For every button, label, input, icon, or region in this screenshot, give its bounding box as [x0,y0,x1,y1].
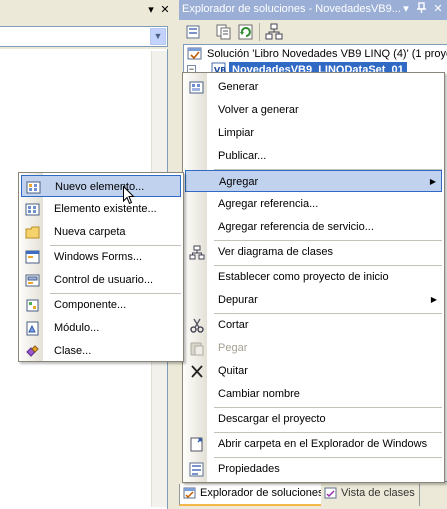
project-context-menu: Generar Volver a generar Limpiar Publica… [182,72,445,483]
menu-item-volver-a-generar[interactable]: Volver a generar [185,99,442,121]
menu-item-label: Nueva carpeta [54,226,126,238]
close-icon[interactable]: ✕ [431,2,445,17]
menu-item-establecer-inicio[interactable]: Establecer como proyecto de inicio [185,266,442,288]
menu-item-label: Ver diagrama de clases [218,246,333,258]
menu-item-propiedades[interactable]: Propiedades [185,458,442,480]
tab-solution-explorer[interactable]: Explorador de soluciones [179,484,329,506]
menu-item-control-usuario[interactable]: Control de usuario... [21,269,181,291]
tab-class-view[interactable]: Vista de clases [321,484,420,506]
left-pane-header: ▾ ✕ [0,0,178,22]
menu-item-label: Establecer como proyecto de inicio [218,271,389,283]
menu-item-label: Volver a generar [218,104,299,116]
properties-icon[interactable] [185,23,203,41]
class-diagram-icon[interactable] [265,23,283,41]
submenu-arrow-icon: ▶ [430,295,437,304]
build-icon [189,80,205,95]
chevron-down-icon[interactable]: ▼ [150,28,166,45]
show-all-files-icon[interactable] [215,23,233,41]
menu-item-label: Cambiar nombre [218,388,300,400]
window-position-icon[interactable]: ▾ [399,2,413,17]
menu-item-agregar-referencia-servicio[interactable]: Agregar referencia de servicio... [185,216,442,238]
auto-hide-pin-icon[interactable] [415,2,429,17]
menu-item-label: Limpiar [218,127,255,139]
menu-item-clase[interactable]: Clase... [21,340,181,362]
menu-item-cambiar-nombre[interactable]: Cambiar nombre [185,383,442,405]
refresh-icon[interactable] [237,23,255,41]
menu-item-label: Control de usuario... [54,274,154,286]
mouse-cursor [123,185,135,205]
menu-item-label: Abrir carpeta en el Explorador de Window… [218,438,428,450]
component-icon [25,298,41,313]
menu-item-generar[interactable]: Generar [185,76,442,98]
menu-item-cortar[interactable]: Cortar [185,314,442,336]
new-item-icon [26,180,42,195]
menu-item-label: Descargar el proyecto [218,413,326,425]
menu-item-depurar[interactable]: Depurar ▶ [185,289,442,311]
submenu-arrow-icon: ▶ [429,177,436,186]
open-folder-icon [189,437,205,452]
paste-icon [189,341,205,356]
menu-item-label: Módulo... [54,322,100,334]
menu-item-agregar[interactable]: Agregar ▶ [185,170,442,192]
toolbar-separator [259,23,260,41]
cut-icon [189,318,205,333]
pane-options-icon[interactable]: ▾ [144,3,158,17]
menu-item-label: Elemento existente... [54,203,157,215]
solution-node[interactable]: Solución 'Libro Novedades VB9 LINQ (4)' … [187,46,447,62]
menu-item-label: Publicar... [218,150,267,162]
menu-item-label: Quitar [218,365,248,377]
menu-item-label: Clase... [54,345,92,357]
tab-label: Explorador de soluciones [200,487,324,499]
properties-icon [189,462,205,477]
menu-item-label: Agregar referencia de servicio... [218,221,374,233]
object-dropdown[interactable]: ▼ [0,26,168,47]
module-icon [25,321,41,336]
menu-item-modulo[interactable]: Módulo... [21,317,181,339]
menu-item-limpiar[interactable]: Limpiar [185,122,442,144]
solution-explorer-toolbar [179,20,447,44]
class-diagram-icon [189,245,205,260]
menu-item-label: Pegar [218,342,248,354]
menu-item-label: Generar [218,81,259,93]
menu-item-label: Windows Forms... [54,251,143,263]
menu-item-quitar[interactable]: Quitar [185,360,442,382]
menu-item-label: Agregar [219,176,259,188]
user-control-icon [25,273,41,288]
menu-item-label: Agregar referencia... [218,198,319,210]
existing-item-icon [25,202,41,217]
menu-item-pegar[interactable]: Pegar [185,337,442,359]
solution-explorer-icon [183,487,197,500]
menu-item-componente[interactable]: Componente... [21,294,181,316]
window-title: Explorador de soluciones - NovedadesVB9.… [182,3,401,15]
windows-form-icon [25,250,41,265]
menu-item-descargar-proyecto[interactable]: Descargar el proyecto [185,408,442,430]
tab-label: Vista de clases [341,487,415,499]
bottom-tab-strip: Explorador de soluciones Vista de clases [179,484,447,509]
menu-item-nuevo-elemento[interactable]: Nuevo elemento... [21,175,181,197]
agregar-submenu: Nuevo elemento... Elemento existente... … [18,172,184,362]
close-icon[interactable]: ✕ [158,3,172,17]
menu-item-label: Propiedades [218,463,280,475]
menu-item-agregar-referencia[interactable]: Agregar referencia... [185,193,442,215]
menu-item-publicar[interactable]: Publicar... [185,145,442,167]
class-icon [25,344,41,359]
menu-item-elemento-existente[interactable]: Elemento existente... [21,198,181,220]
menu-item-ver-diagrama-clases[interactable]: Ver diagrama de clases [185,241,442,263]
solution-label: Solución 'Libro Novedades VB9 LINQ (4)' … [207,48,447,60]
solution-icon [187,46,203,61]
menu-item-nueva-carpeta[interactable]: Nueva carpeta [21,221,181,243]
menu-item-abrir-carpeta[interactable]: Abrir carpeta en el Explorador de Window… [185,433,442,455]
menu-item-label: Componente... [54,299,127,311]
menu-item-label: Depurar [218,294,258,306]
menu-item-label: Cortar [218,319,249,331]
solution-explorer-title-bar[interactable]: Explorador de soluciones - NovedadesVB9.… [179,0,447,20]
menu-item-windows-forms[interactable]: Windows Forms... [21,246,181,268]
delete-icon [189,364,205,379]
class-view-icon [324,487,338,500]
new-folder-icon [25,225,41,240]
